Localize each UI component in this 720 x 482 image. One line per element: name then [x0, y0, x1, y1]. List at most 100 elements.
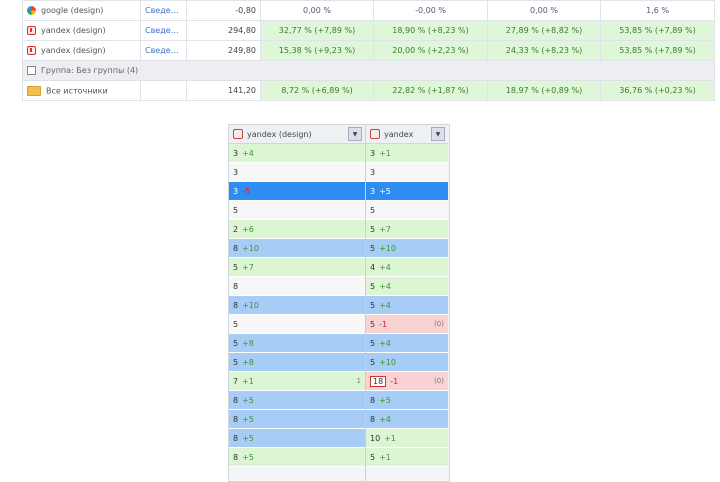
position-delta: +1 [384, 433, 396, 443]
source-cell: Все источники [22, 80, 141, 101]
list-item[interactable]: 5 +7 [366, 220, 448, 239]
list-item[interactable]: 3 [366, 163, 448, 182]
source-name: yandex (design) [41, 26, 106, 35]
list-item[interactable]: 8 +10 [229, 296, 365, 315]
value-cell: 249,80 [186, 40, 261, 61]
column-a-header[interactable]: yandex (design) ▼ [229, 125, 365, 144]
position-delta: -1 [379, 319, 388, 329]
list-item[interactable]: 8 +10 [229, 239, 365, 258]
position-value: 3 [233, 148, 239, 158]
position-value: 5 [233, 262, 239, 272]
google-icon [27, 6, 36, 15]
source-name: google (design) [41, 6, 104, 15]
list-item[interactable]: 5 +4 [366, 277, 448, 296]
percent-cell: 0,00 % [487, 0, 601, 21]
list-item[interactable]: 3 +4 [229, 144, 365, 163]
list-item[interactable]: 10 +1 [366, 429, 448, 448]
position-delta: +4 [379, 300, 391, 310]
list-item[interactable]: 8 [229, 277, 365, 296]
list-item[interactable]: 5 +1 [366, 448, 448, 467]
row-note: (0) [434, 320, 444, 328]
position-value: 8 [233, 395, 239, 405]
chevron-down-icon[interactable]: ▼ [431, 127, 445, 141]
percent-cell: 20,00 % (+2,23 %) [373, 40, 488, 61]
list-item[interactable]: 8 +5 [229, 391, 365, 410]
group-cell[interactable]: Группа: Без группы (4) [22, 60, 715, 81]
list-item[interactable]: 8 +5 [229, 410, 365, 429]
yandex-icon [27, 46, 36, 55]
source-name: Все источники [46, 86, 108, 95]
column-b-header[interactable]: yandex ▼ [366, 125, 448, 144]
position-value: 8 [370, 395, 376, 405]
list-item[interactable]: 5 +8 [229, 334, 365, 353]
position-value: 3 [233, 186, 239, 196]
percent-cell: 18,97 % (+0,89 %) [487, 80, 601, 101]
list-item[interactable]: 5 +7 [229, 258, 365, 277]
position-delta: +10 [379, 243, 396, 253]
table-row[interactable]: google (design) Сведения -0,80 0,00 % -0,00 … [22, 0, 715, 21]
position-delta: +5 [242, 395, 254, 405]
percent-cell: 27,89 % (+8,82 %) [487, 20, 601, 41]
group-row[interactable]: Группа: Без группы (4) [22, 60, 715, 81]
details-link[interactable]: Сведения [140, 0, 187, 21]
column-b: yandex ▼ 3 +1 3 3 +5 5 5 +7 5 +10 4 +4 5 +4 5 +4 5 -1 (0) 5… [366, 125, 448, 467]
list-item[interactable]: 5 +10 [366, 239, 448, 258]
list-item[interactable]: 8 +4 [366, 410, 448, 429]
position-delta: +5 [379, 395, 391, 405]
list-item[interactable]: 3 +1 [366, 144, 448, 163]
position-delta: +1 [379, 452, 391, 462]
position-value: 3 [370, 186, 376, 196]
stats-table: google (design) Сведения -0,80 0,00 % -0,00 … [22, 0, 715, 101]
position-delta: +10 [242, 300, 259, 310]
percent-cell: 36,76 % (+0,23 %) [600, 80, 715, 101]
position-delta: +5 [242, 433, 254, 443]
chevron-down-icon[interactable]: ▼ [348, 127, 362, 141]
table-row[interactable]: yandex (design) Сведения 249,80 15,38 % (+9… [22, 40, 715, 61]
position-value: 10 [370, 433, 381, 443]
list-item[interactable]: 5 +4 [366, 296, 448, 315]
table-row[interactable]: yandex (design) Сведения 294,80 32,77 % (+7… [22, 20, 715, 41]
column-a: yandex (design) ▼ 3 +4 3 3 -5 5 2 +6 8 +10 5 +7 8 8 +1… [229, 125, 365, 467]
percent-cell: 53,85 % (+7,89 %) [600, 20, 715, 41]
list-item[interactable]: 5 +4 [366, 334, 448, 353]
list-item[interactable]: 5 -1 (0) [366, 315, 448, 334]
position-value: 8 [233, 414, 239, 424]
position-delta: +7 [242, 262, 254, 272]
list-item[interactable]: 8 +5 [366, 391, 448, 410]
details-link[interactable]: Сведения [140, 40, 187, 61]
list-item[interactable]: 5 [229, 201, 365, 220]
source-cell: google (design) [22, 0, 141, 21]
percent-cell: 53,85 % (+7,89 %) [600, 40, 715, 61]
table-row[interactable]: Все источники 141,20 8,72 % (+6,89 %) 22,82… [22, 80, 715, 101]
row-note: 1 [356, 377, 361, 385]
yandex-icon [233, 129, 243, 139]
list-item[interactable]: 5 +8 [229, 353, 365, 372]
list-item[interactable]: 3 -5 [229, 182, 365, 201]
list-item[interactable]: 5 [366, 201, 448, 220]
position-value: 8 [233, 452, 239, 462]
details-link[interactable]: Сведения [140, 20, 187, 41]
list-item[interactable]: 2 +6 [229, 220, 365, 239]
position-value: 8 [233, 281, 239, 291]
list-item[interactable]: 8 +5 [229, 429, 365, 448]
list-item[interactable]: 3 +5 [366, 182, 448, 201]
position-value: 8 [233, 433, 239, 443]
position-value: 5 [233, 319, 239, 329]
yandex-icon [370, 129, 380, 139]
list-item[interactable]: 7 +1 1 [229, 372, 365, 391]
row-note: (0) [434, 377, 444, 385]
details-link[interactable] [140, 80, 187, 101]
position-delta: +8 [242, 338, 254, 348]
list-item[interactable]: 5 [229, 315, 365, 334]
position-value: 3 [370, 148, 376, 158]
list-item[interactable]: 4 +4 [366, 258, 448, 277]
collapse-icon[interactable] [27, 66, 36, 75]
list-item[interactable]: 18 -1 (0) [366, 372, 448, 391]
position-value: 5 [370, 281, 376, 291]
list-item[interactable]: 5 +10 [366, 353, 448, 372]
position-value: 5 [370, 452, 376, 462]
list-item[interactable]: 8 +5 [229, 448, 365, 467]
position-delta: +6 [242, 224, 254, 234]
list-item[interactable]: 3 [229, 163, 365, 182]
position-delta: +5 [242, 414, 254, 424]
